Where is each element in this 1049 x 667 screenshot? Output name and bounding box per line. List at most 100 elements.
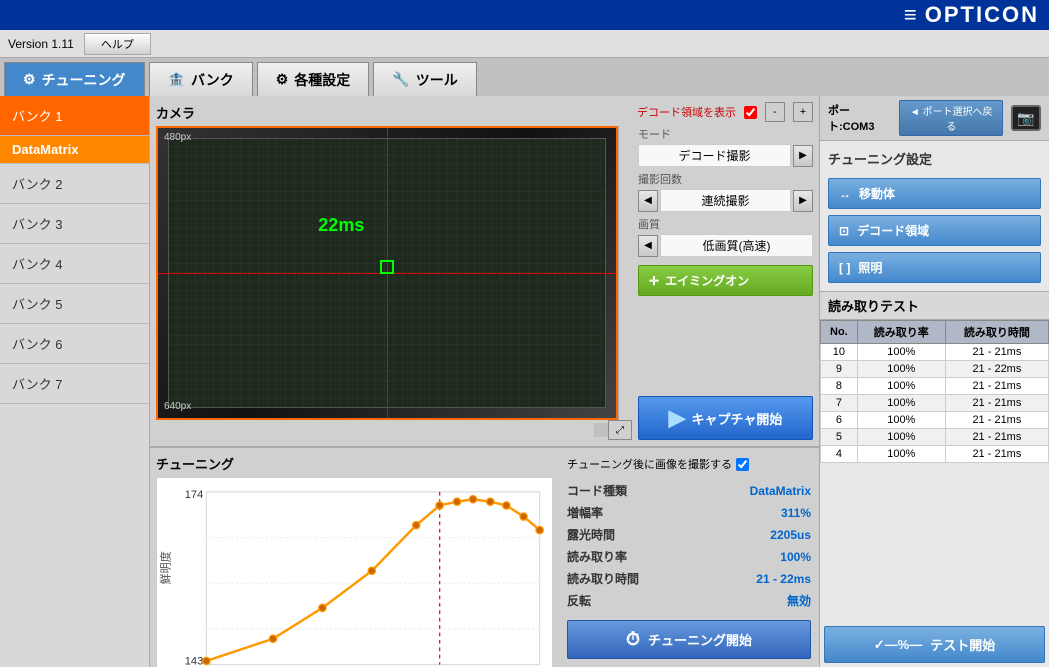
shot-prev-btn[interactable]: ◀ (638, 190, 658, 212)
camera-section: カメラ デコード領域を表示 - + (150, 96, 819, 447)
camera-dim-left: 640px (164, 401, 191, 412)
mode-group: モード デコード撮影 ▶ (638, 126, 813, 167)
capture-button[interactable]: ▶ キャプチャ開始 (638, 396, 813, 440)
read-test-panel: 読み取りテスト No. 読み取り率 読み取り時間 10100%21 - 21ms… (820, 291, 1049, 667)
test-start-label: テスト開始 (930, 635, 995, 654)
camera-time-display: 22ms (318, 215, 364, 236)
camera-viewport-row: 480px 640px 22ms (156, 126, 632, 420)
tuning-start-button[interactable]: ⏱ チューニング開始 (567, 620, 811, 659)
camera-plus-btn[interactable]: + (793, 102, 813, 122)
decode-region-checkbox[interactable] (744, 106, 757, 119)
read-time-row: 読み取り時間 21 - 22ms (567, 569, 811, 588)
aiming-icon: ✛ (649, 274, 659, 288)
camera-image: 480px 640px 22ms (158, 128, 616, 418)
aiming-button[interactable]: ✛ エイミングオン (638, 265, 813, 296)
shot-value: 連続撮影 (660, 189, 791, 212)
sidebar-item-bank7[interactable]: バンク 7 (0, 364, 149, 404)
test-start-button[interactable]: ✓—%— テスト開始 (824, 626, 1045, 663)
tools-tab-label: ツール (416, 70, 458, 90)
reverse-label: 反転 (567, 592, 591, 609)
tuning-info: チューニング後に画像を撮影する コード種類 DataMatrix 増幅率 311… (559, 448, 819, 667)
decode-area-button[interactable]: ⊡ デコード領域 (828, 215, 1041, 246)
port-bar: ポート:COM3 ◄ ポート選択へ戻る 📷 (820, 96, 1049, 141)
tuning-settings-title: チューニング設定 (828, 149, 1041, 168)
table-row: 7100%21 - 21ms (821, 395, 1049, 412)
moving-body-label: 移動体 (859, 185, 895, 202)
navtabs: ⚙ チューニング 🏦 バンク ⚙ 各種設定 🔧 ツール (0, 58, 1049, 96)
table-row: 6100%21 - 21ms (821, 412, 1049, 429)
aiming-label: エイミングオン (665, 272, 749, 289)
tab-bank[interactable]: 🏦 バンク (149, 62, 253, 96)
shot-next-btn[interactable]: ▶ (793, 190, 813, 212)
table-row: 8100%21 - 21ms (821, 378, 1049, 395)
capture-icon: ▶ (669, 405, 686, 431)
camera-header: カメラ デコード領域を表示 - + (156, 102, 813, 122)
camera-viewport-wrapper: 480px 640px 22ms (156, 126, 632, 440)
sidebar-item-bank6[interactable]: バンク 6 (0, 324, 149, 364)
help-button[interactable]: ヘルプ (84, 33, 151, 55)
camera-scrollbar-v[interactable] (618, 126, 632, 420)
col-no: No. (821, 321, 858, 344)
logo: ≡ OPTICON (904, 2, 1039, 28)
gain-value: 311% (781, 506, 811, 520)
quality-value: 低画質(高速) (660, 234, 813, 257)
exposure-label: 露光時間 (567, 526, 615, 543)
tuning-after-capture: チューニング後に画像を撮影する (567, 456, 811, 472)
svg-text:174: 174 (185, 489, 204, 501)
settings-tab-label: 各種設定 (294, 70, 350, 90)
sidebar: バンク 1 DataMatrix バンク 2 バンク 3 バンク 4 バンク 5… (0, 96, 150, 667)
read-time-label: 読み取り時間 (567, 570, 639, 587)
camera-resize-btn[interactable]: ⤢ (608, 420, 632, 440)
sidebar-item-bank2[interactable]: バンク 2 (0, 164, 149, 204)
sidebar-item-datamatrix[interactable]: DataMatrix (0, 136, 149, 164)
quality-prev-btn[interactable]: ◀ (638, 235, 658, 257)
tab-tools[interactable]: 🔧 ツール (373, 62, 476, 96)
lighting-button[interactable]: [ ] 照明 (828, 252, 1041, 283)
tab-settings[interactable]: ⚙ 各種設定 (257, 62, 370, 96)
exposure-row: 露光時間 2205us (567, 525, 811, 544)
read-rate-value: 100% (780, 550, 811, 564)
read-rate-label: 読み取り率 (567, 548, 627, 565)
read-test-title: 読み取りテスト (820, 292, 1049, 320)
read-rate-row: 読み取り率 100% (567, 547, 811, 566)
camera-title: カメラ (156, 103, 195, 122)
cell-rate: 100% (857, 412, 945, 429)
header: ≡ OPTICON (0, 0, 1049, 30)
cell-time: 21 - 22ms (945, 361, 1048, 378)
code-type-row: コード種類 DataMatrix (567, 481, 811, 500)
table-row: 4100%21 - 21ms (821, 446, 1049, 463)
port-back-button[interactable]: ◄ ポート選択へ戻る (899, 100, 1003, 136)
bank-tab-label: バンク (191, 70, 234, 90)
main: バンク 1 DataMatrix バンク 2 バンク 3 バンク 4 バンク 5… (0, 96, 1049, 667)
sidebar-item-bank1[interactable]: バンク 1 (0, 96, 149, 136)
moving-body-button[interactable]: ↔ 移動体 (828, 178, 1041, 209)
cell-rate: 100% (857, 429, 945, 446)
version-label: Version 1.11 (8, 37, 74, 51)
moving-body-icon: ↔ (839, 187, 851, 201)
tuning-start-label: チューニング開始 (648, 630, 752, 649)
sidebar-item-bank3[interactable]: バンク 3 (0, 204, 149, 244)
gain-row: 増幅率 311% (567, 503, 811, 522)
sidebar-item-bank4[interactable]: バンク 4 (0, 244, 149, 284)
read-time-value: 21 - 22ms (756, 572, 811, 586)
test-start-icon: ✓—%— (874, 637, 922, 653)
reverse-row: 反転 無効 (567, 591, 811, 610)
cell-time: 21 - 21ms (945, 378, 1048, 395)
tuning-section: チューニング 174 143 鮮明度 (150, 447, 819, 667)
mode-value: デコード撮影 (638, 144, 791, 167)
cell-no: 10 (821, 344, 858, 361)
mode-next-btn[interactable]: ▶ (793, 145, 813, 167)
camera-scrollbar-h[interactable] (158, 418, 616, 420)
shot-row: ◀ 連続撮影 ▶ (638, 189, 813, 212)
cell-time: 21 - 21ms (945, 429, 1048, 446)
tab-tuning[interactable]: ⚙ チューニング (4, 62, 145, 96)
cell-no: 4 (821, 446, 858, 463)
right-panel: ポート:COM3 ◄ ポート選択へ戻る 📷 チューニング設定 ↔ 移動体 ⊡ デ… (819, 96, 1049, 667)
cell-rate: 100% (857, 361, 945, 378)
camera-minus-btn[interactable]: - (765, 102, 785, 122)
tuning-settings-panel: チューニング設定 ↔ 移動体 ⊡ デコード領域 [ ] 照明 (820, 141, 1049, 291)
sidebar-item-bank5[interactable]: バンク 5 (0, 284, 149, 324)
code-type-label: コード種類 (567, 482, 627, 499)
cell-no: 6 (821, 412, 858, 429)
tuning-after-checkbox[interactable] (736, 458, 749, 471)
